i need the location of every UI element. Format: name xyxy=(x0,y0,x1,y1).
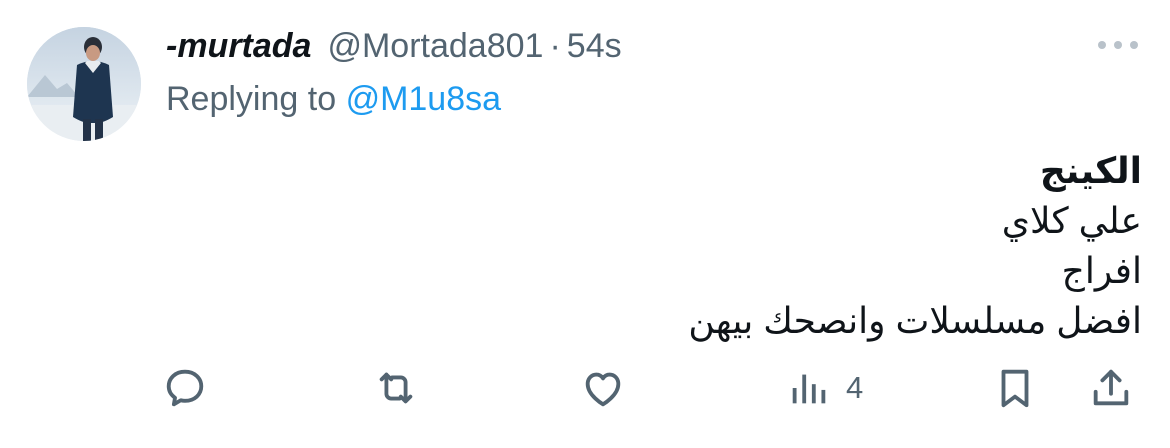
tweet-header: -murtada @Mortada801 · 54s xyxy=(166,26,622,66)
like-button[interactable] xyxy=(580,360,626,416)
tweet-actions: 4 xyxy=(0,360,1170,416)
views-count: 4 xyxy=(846,370,864,405)
tweet-text-line: الكينج xyxy=(1039,150,1142,191)
replying-to-mention[interactable]: @M1u8sa xyxy=(346,80,501,118)
bookmark-button[interactable] xyxy=(992,360,1038,416)
more-options-button[interactable] xyxy=(1096,30,1140,60)
reply-button[interactable] xyxy=(162,360,208,416)
tweet[interactable]: -murtada @Mortada801 · 54s Replying to @… xyxy=(0,0,1170,448)
reply-icon xyxy=(166,369,204,407)
share-button[interactable] xyxy=(1088,360,1134,416)
tweet-text-line: افراج xyxy=(1061,250,1142,291)
display-name[interactable]: -murtada xyxy=(166,27,311,66)
tweet-text: الكينج علي كلاي افراج افضل مسلسلات وانصح… xyxy=(688,146,1142,346)
heart-icon xyxy=(585,372,621,407)
views-icon xyxy=(792,374,826,404)
views-button[interactable]: 4 xyxy=(786,360,863,416)
timestamp[interactable]: 54s xyxy=(567,27,622,66)
avatar[interactable] xyxy=(27,27,141,141)
replying-to: Replying to @M1u8sa xyxy=(166,80,501,119)
separator-dot: · xyxy=(549,26,561,65)
replying-prefix: Replying to xyxy=(166,80,337,118)
user-handle[interactable]: @Mortada801 xyxy=(327,27,543,66)
bookmark-icon xyxy=(1001,369,1029,408)
ellipsis-icon xyxy=(1098,41,1138,49)
tweet-text-line: علي كلاي xyxy=(1001,200,1142,241)
retweet-button[interactable] xyxy=(373,360,419,416)
tweet-text-line: افضل مسلسلات وانصحك بيهن xyxy=(688,300,1142,341)
share-icon xyxy=(1093,369,1129,406)
avatar-image xyxy=(27,27,141,141)
retweet-icon xyxy=(379,372,413,404)
